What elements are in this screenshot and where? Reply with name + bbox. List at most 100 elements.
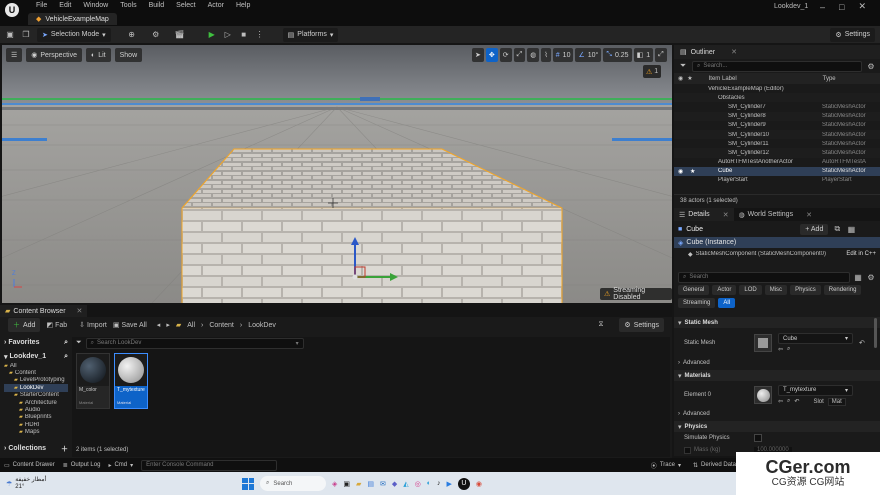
folder-tree-item[interactable]: ▰ Audio bbox=[4, 406, 68, 413]
weather-widget[interactable]: ☂ أمطار خفيفة 21° bbox=[6, 477, 66, 491]
output-log-button[interactable]: ≣ Output Log bbox=[63, 462, 101, 469]
surface-snap-icon[interactable]: ⌇ bbox=[541, 48, 551, 62]
perspective-button[interactable]: ◉ Perspective bbox=[26, 48, 82, 62]
details-settings-icon[interactable]: ⚙ bbox=[866, 272, 876, 282]
star-icon[interactable]: ★ bbox=[690, 168, 698, 175]
filter-chip-all[interactable]: All bbox=[718, 298, 736, 308]
filter-icon[interactable]: ⏷ bbox=[76, 339, 82, 347]
outliner-row[interactable]: SM_Cylinder10 StaticMeshActor bbox=[674, 129, 880, 140]
history-icon[interactable]: ⧖ bbox=[599, 321, 604, 329]
back-icon[interactable]: ◂ bbox=[157, 321, 161, 329]
outliner-search-input[interactable]: ⌕ Search... bbox=[692, 60, 862, 72]
outliner-row[interactable]: ◉ ★ Cube StaticMeshActor bbox=[674, 166, 880, 176]
static-mesh-dropdown[interactable]: Cube ▾ bbox=[778, 333, 853, 344]
project-root-header[interactable]: ▾ Lookdev_1 ⌕ bbox=[4, 351, 68, 362]
instance-row[interactable]: ◈ Cube (Instance) bbox=[674, 237, 880, 248]
task-view-icon[interactable]: ▣ bbox=[343, 480, 350, 488]
menu-file[interactable]: File bbox=[30, 2, 53, 9]
browse-icon[interactable]: ⌕ bbox=[787, 346, 790, 353]
folder-tree-item[interactable]: ▰ All bbox=[4, 362, 68, 369]
component-row[interactable]: ◆ StaticMeshComponent (StaticMeshCompone… bbox=[674, 248, 880, 260]
derived-data-button[interactable]: ⇅ Derived Data bbox=[693, 462, 736, 469]
level-viewport[interactable]: Z ☰ ◉ Perspective ◐ Lit Show ➤ ✥ ⟳ ⤢ ◍ ⌇… bbox=[2, 45, 672, 303]
outliner-settings-icon[interactable]: ⚙ bbox=[866, 61, 876, 71]
reset-material-icon[interactable]: ↶ bbox=[794, 398, 799, 405]
add-button[interactable]: ＋ Add bbox=[8, 318, 41, 332]
filter-chip-actor[interactable]: Actor bbox=[712, 285, 737, 295]
content-drawer-button[interactable]: ▭ Content Drawer bbox=[4, 462, 55, 469]
save-icon[interactable]: ▣ bbox=[5, 30, 15, 40]
scale-tool-icon[interactable]: ⤢ bbox=[513, 48, 526, 62]
rotate-tool-icon[interactable]: ⟳ bbox=[499, 48, 512, 62]
play-next-icon[interactable]: ▷ bbox=[223, 30, 233, 40]
visibility-icon[interactable]: ◉ bbox=[678, 168, 686, 175]
outliner-row[interactable]: VehicleExampleMap (Editor) bbox=[674, 84, 880, 93]
browse-icon[interactable]: ⌕ bbox=[787, 398, 790, 405]
tiktok-icon[interactable]: ♪ bbox=[437, 480, 441, 487]
close-tab-icon[interactable]: ✕ bbox=[731, 48, 737, 56]
unreal-logo-icon[interactable]: U bbox=[5, 3, 19, 17]
filter-chip-misc[interactable]: Misc bbox=[764, 285, 788, 295]
play-icon[interactable]: ▶ bbox=[207, 30, 217, 40]
section-materials[interactable]: ▾ Materials bbox=[674, 370, 880, 381]
outlook-icon[interactable]: ✉ bbox=[380, 480, 386, 488]
settings-button[interactable]: ⚙ Settings bbox=[830, 27, 875, 42]
menu-actor[interactable]: Actor bbox=[202, 2, 230, 9]
import-button[interactable]: ⇩ Import bbox=[79, 321, 107, 330]
filter-chip-streaming[interactable]: Streaming bbox=[678, 298, 716, 308]
close-icon[interactable]: ✕ bbox=[858, 1, 866, 12]
static-mesh-thumbnail[interactable] bbox=[754, 334, 772, 352]
filter-chip-rendering[interactable]: Rendering bbox=[823, 285, 862, 295]
trace-button[interactable]: ⦿ Trace ▾ bbox=[651, 461, 681, 470]
advanced-toggle[interactable]: › Advanced bbox=[674, 358, 880, 368]
search-icon[interactable]: ⌕ bbox=[64, 353, 68, 361]
cinematics-icon[interactable]: 🎬︎ bbox=[175, 30, 185, 40]
outliner-row[interactable]: SM_Cylinder11 StaticMeshActor bbox=[674, 139, 880, 148]
filter-chip-physics[interactable]: Physics bbox=[790, 285, 821, 295]
menu-help[interactable]: Help bbox=[230, 2, 256, 9]
breadcrumb-lookdev[interactable]: LookDev bbox=[248, 322, 276, 329]
store-icon[interactable]: ▤ bbox=[367, 480, 374, 488]
add-collection-icon[interactable]: ＋ bbox=[61, 444, 68, 454]
outliner-row[interactable]: AutoRTFMTestAnotherActor AutoRTFMTestA bbox=[674, 158, 880, 167]
maximize-viewport-icon[interactable]: ⤢ bbox=[655, 48, 667, 62]
file-explorer-icon[interactable]: ▰ bbox=[356, 480, 361, 488]
chrome-icon[interactable]: ◉ bbox=[476, 480, 482, 488]
fab-button[interactable]: ◩ Fab bbox=[46, 321, 67, 330]
edit-cpp-link[interactable]: Edit in C++ bbox=[846, 251, 876, 257]
folder-tree-item[interactable]: ▰ LevelPrototyping bbox=[4, 377, 68, 384]
rotation-snap-button[interactable]: ∠ 10° bbox=[575, 48, 602, 62]
asset-tile[interactable]: T_mytexture Material bbox=[114, 353, 148, 409]
section-static-mesh[interactable]: ▾ Static Mesh bbox=[674, 317, 880, 328]
advanced-toggle[interactable]: › Advanced bbox=[674, 409, 880, 419]
folder-tree-item[interactable]: ▰ LookDev bbox=[4, 384, 68, 392]
copilot-icon[interactable]: ◈ bbox=[332, 480, 337, 488]
add-content-icon[interactable]: ⊕ bbox=[127, 30, 137, 40]
maximize-icon[interactable]: □ bbox=[839, 2, 844, 12]
col-type[interactable]: Type bbox=[823, 76, 836, 82]
open-level-icon[interactable]: ❐ bbox=[21, 30, 31, 40]
details-scrollbar[interactable] bbox=[874, 318, 877, 348]
details-options-icon[interactable]: ▦ bbox=[846, 224, 856, 234]
realtime-badge[interactable]: ⚠ 1 bbox=[643, 65, 662, 78]
breadcrumb-all[interactable]: All bbox=[187, 322, 195, 329]
filter-chip-lod[interactable]: LOD bbox=[739, 285, 762, 295]
mass-checkbox[interactable] bbox=[684, 446, 691, 454]
lit-button[interactable]: ◐ Lit bbox=[85, 48, 111, 62]
blueprint-convert-icon[interactable]: ⧉ bbox=[832, 224, 842, 234]
search-icon[interactable]: ⌕ bbox=[64, 339, 68, 347]
breadcrumb-content[interactable]: Content bbox=[209, 322, 234, 329]
viewport-menu-button[interactable]: ☰ bbox=[6, 48, 23, 62]
outliner-row[interactable]: SM_Cylinder9 StaticMeshActor bbox=[674, 121, 880, 130]
platforms-button[interactable]: ▤ Platforms ▾ bbox=[282, 27, 339, 42]
asset-search-input[interactable]: ⌕ Search LookDev ▾ bbox=[85, 337, 304, 349]
edge-icon[interactable]: ◐ bbox=[427, 480, 431, 487]
close-tab-icon[interactable]: ✕ bbox=[806, 211, 812, 219]
blueprint-icon[interactable]: ⚙ bbox=[151, 30, 161, 40]
section-physics[interactable]: ▾ Physics bbox=[674, 421, 880, 432]
material-dropdown[interactable]: T_mytexture ▾ bbox=[778, 384, 853, 396]
camera-speed-button[interactable]: ◧ 1 bbox=[633, 48, 654, 62]
add-component-button[interactable]: + Add bbox=[800, 223, 829, 235]
minimize-icon[interactable]: – bbox=[820, 2, 825, 12]
media-icon[interactable]: ▶ bbox=[447, 480, 452, 488]
